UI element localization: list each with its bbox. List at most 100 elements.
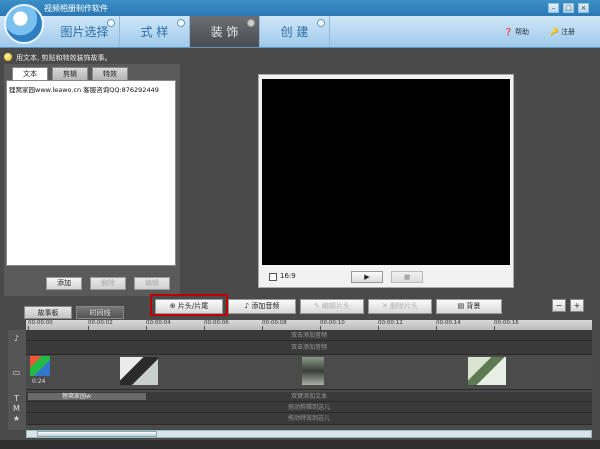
zoom-out-button[interactable]: − (552, 299, 566, 312)
close-button[interactable]: × (578, 3, 589, 13)
zoom-in-icon: + (573, 301, 581, 310)
tab-indicator-icon (317, 19, 325, 27)
zoom-in-button[interactable]: + (570, 299, 584, 312)
tab-decorate[interactable]: 装 饰 (190, 16, 260, 47)
tab-indicator-icon (107, 19, 115, 27)
scrollbar-thumb[interactable] (37, 431, 157, 437)
audio-track-2-hint: 双击添加音频 (290, 344, 327, 351)
audio-track-1[interactable]: 双击添加音频 (26, 330, 592, 341)
effects-track[interactable]: 拖动特效到这儿 (26, 413, 592, 425)
intro-outro-label: 片头/片尾 (177, 302, 209, 310)
tab-indicator-icon (177, 19, 185, 27)
hint-bar: 用文本, 剪贴和特效装饰故事。 (4, 52, 178, 64)
status-bar (0, 440, 600, 449)
aspect-ratio-checkbox[interactable] (269, 273, 277, 281)
main-nav: 图片选择 式 样 装 饰 创 建 ❓ 帮助 🔑 注册 (0, 4, 600, 48)
tab-picture-select[interactable]: 图片选择 (50, 16, 120, 47)
add-audio-label: 添加音频 (251, 302, 280, 310)
register-link[interactable]: 🔑 注册 (550, 27, 575, 37)
audio-track-1-hint: 双击添加音频 (290, 332, 327, 339)
text-clip-label: 狸窝家园w (62, 393, 91, 400)
video-track-icon: ▭ (12, 368, 21, 377)
time-ruler[interactable]: 00:00:00 00:00:02 00:00:04 00:00:06 00:0… (26, 320, 592, 330)
background-label: 背景 (466, 302, 481, 310)
ruler-tick: 00:00:04 (146, 320, 171, 330)
delete-icon: ✕ (381, 302, 388, 310)
play-button[interactable]: ▶ (351, 271, 383, 283)
delete-intro-button[interactable]: ✕ 删除片头 (368, 299, 432, 314)
add-audio-button[interactable]: ♪ 添加音频 (228, 299, 296, 314)
photo-thumbnail[interactable] (302, 357, 324, 385)
tab-style-label: 式 样 (140, 25, 169, 39)
ruler-tick: 00:00:12 (378, 320, 403, 330)
app-title: 视频相册制作软件 (44, 4, 108, 13)
ruler-tick: 00:00:10 (320, 320, 345, 330)
edit-intro-button[interactable]: ✎ 编辑片头 (300, 299, 364, 314)
photo-thumbnail[interactable] (468, 357, 506, 385)
title-bar: 视频相册制作软件 – □ × (0, 0, 600, 16)
hint-text: 用文本, 剪贴和特效装饰故事。 (16, 54, 112, 62)
aspect-ratio-label: 16:9 (280, 272, 296, 280)
stop-button[interactable]: ■ (391, 271, 423, 283)
music-note-icon: ♪ (244, 302, 250, 310)
ruler-tick: 00:00:08 (262, 320, 287, 330)
text-list[interactable]: 狸窝家园www.leawo.cn 客服咨询QQ:876292449 (6, 80, 176, 266)
background-icon: ▤ (457, 302, 465, 310)
effects-track-hint: 拖动特效到这儿 (287, 415, 330, 422)
video-track[interactable]: 0:24 (26, 355, 592, 390)
decoration-panel: 文本 剪辑 特效 狸窝家园www.leawo.cn 客服咨询QQ:8762924… (4, 64, 180, 296)
register-label: 注册 (560, 28, 575, 36)
tab-style[interactable]: 式 样 (120, 16, 190, 47)
tab-decorate-label: 装 饰 (210, 25, 239, 39)
tab-storyboard[interactable]: 故事板 (24, 306, 72, 319)
subtab-clip[interactable]: 剪辑 (52, 67, 88, 80)
play-icon: ▶ (364, 273, 370, 281)
clip-duration: 0:24 (32, 378, 46, 385)
text-track-icon: T (14, 394, 19, 403)
edit-button[interactable]: 编辑 (134, 277, 170, 290)
text-clip[interactable]: 狸窝家园w (28, 393, 146, 400)
delete-intro-label: 删除片头 (390, 302, 419, 310)
text-track[interactable]: 狸窝家园w 双键添加文本 (26, 392, 592, 402)
preview-screen (262, 79, 510, 265)
tab-create[interactable]: 创 建 (260, 16, 330, 47)
ruler-tick: 00:00:06 (204, 320, 229, 330)
intro-outro-button[interactable]: ⊕ 片头/片尾 (155, 299, 223, 314)
subtab-effects[interactable]: 特效 (92, 67, 128, 80)
list-item[interactable]: 狸窝家园www.leawo.cn 客服咨询QQ:876292449 (9, 84, 159, 94)
stop-icon: ■ (403, 273, 411, 281)
help-link[interactable]: ❓ 帮助 (504, 27, 529, 37)
delete-button[interactable]: 删除 (90, 277, 126, 290)
preview-panel: 16:9 ▶ ■ (258, 74, 514, 288)
photo-thumbnail[interactable] (120, 357, 158, 385)
minimize-button[interactable]: – (548, 3, 559, 13)
zoom-out-icon: − (555, 301, 563, 310)
add-button[interactable]: 添加 (46, 277, 82, 290)
tab-picture-select-label: 图片选择 (60, 25, 109, 39)
intro-clip-thumbnail[interactable] (30, 356, 50, 376)
ruler-tick: 00:00:00 (28, 320, 53, 330)
effects-track-icon: ★ (12, 414, 21, 423)
help-label: 帮助 (514, 28, 529, 36)
app-logo-icon (4, 4, 44, 44)
subtab-text[interactable]: 文本 (12, 67, 48, 80)
background-button[interactable]: ▤ 背景 (436, 299, 502, 314)
clipart-track-hint: 拖动剪辑到这儿 (287, 404, 330, 411)
maximize-button[interactable]: □ (563, 3, 574, 13)
ruler-tick: 00:00:14 (436, 320, 461, 330)
plus-circle-icon: ⊕ (169, 302, 176, 310)
timeline-toolbar: 故事板 时间线 ⊕ 片头/片尾 ♪ 添加音频 ✎ 编辑片头 ✕ 删除片头 ▤ 背… (0, 294, 600, 320)
clipart-track[interactable]: 拖动剪辑到这儿 (26, 402, 592, 413)
tab-create-label: 创 建 (280, 25, 309, 39)
clipart-track-icon: M (13, 404, 20, 413)
audio-track-icon: ♪ (13, 334, 20, 343)
edit-icon: ✎ (313, 302, 320, 310)
edit-intro-label: 编辑片头 (322, 302, 351, 310)
tab-timeline[interactable]: 时间线 (76, 306, 124, 319)
tab-indicator-icon (247, 19, 255, 27)
lightbulb-icon (4, 53, 12, 61)
timeline-scrollbar[interactable] (26, 430, 592, 438)
audio-track-2[interactable]: 双击添加音频 (26, 341, 592, 355)
ruler-tick: 00:00:02 (88, 320, 113, 330)
text-track-hint: 双键添加文本 (290, 393, 327, 400)
